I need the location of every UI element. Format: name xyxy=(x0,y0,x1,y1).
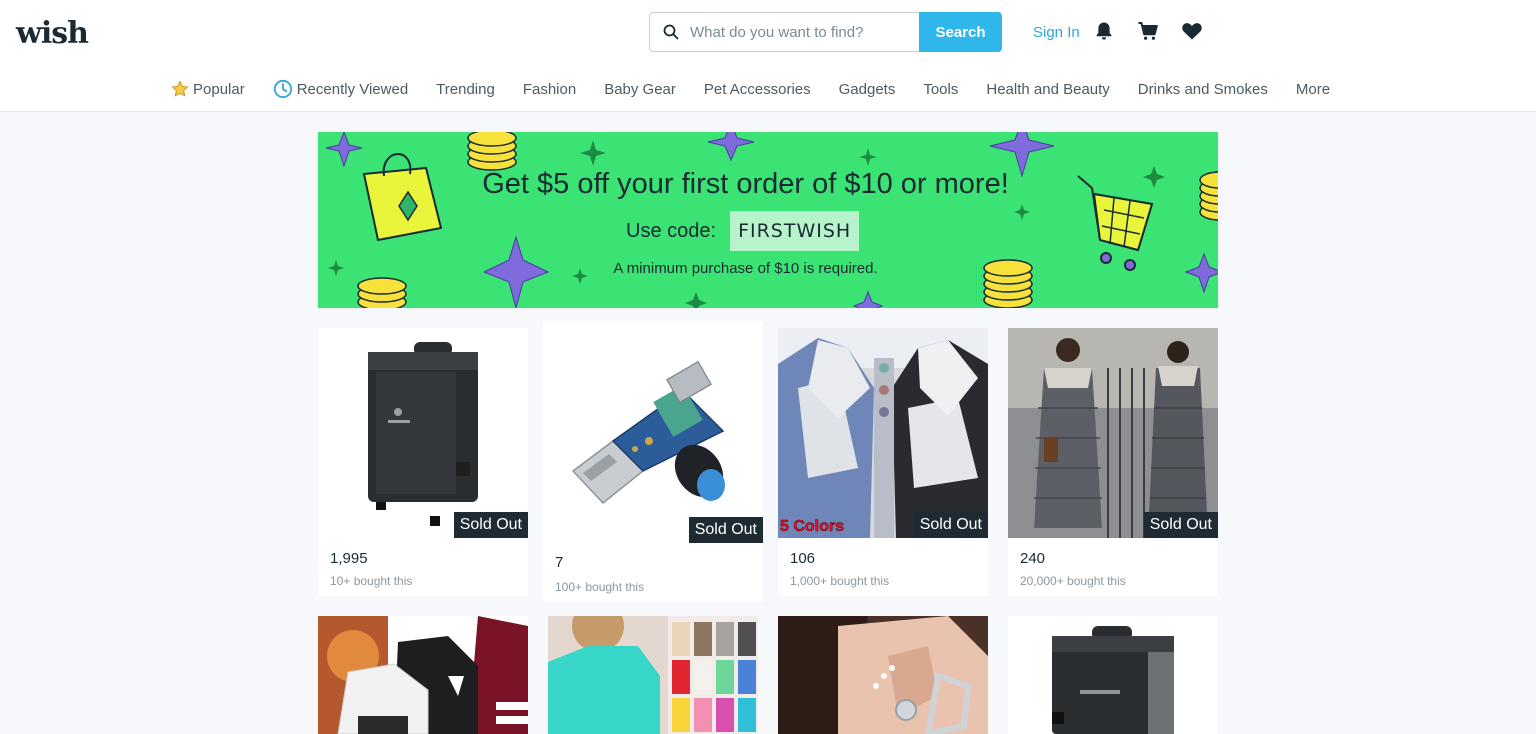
bought-count: 20,000+ bought this xyxy=(1020,574,1126,588)
product-card[interactable]: Sold Out 7 100+ bought this xyxy=(543,321,763,602)
product-image[interactable] xyxy=(778,616,988,734)
search-field-wrapper xyxy=(649,12,919,52)
product-card[interactable] xyxy=(548,616,758,734)
sign-in-link[interactable]: Sign In xyxy=(1033,24,1080,41)
category-nav: Popular Recently Viewed Trending Fashion… xyxy=(171,78,1330,100)
nav-item-health-and-beauty[interactable]: Health and Beauty xyxy=(986,81,1109,98)
product-image[interactable]: Sold Out xyxy=(543,321,763,543)
bought-count: 10+ bought this xyxy=(330,574,413,588)
product-image[interactable]: Sold Out xyxy=(1008,328,1218,538)
product-card[interactable] xyxy=(778,616,988,734)
banner-code-row: Use code: FIRSTWISH xyxy=(626,211,860,251)
search-bar: Search xyxy=(649,12,1002,52)
sold-out-badge: Sold Out xyxy=(1143,512,1218,538)
heart-icon[interactable] xyxy=(1181,20,1203,42)
nav-item-fashion[interactable]: Fashion xyxy=(523,81,576,98)
banner-title: Get $5 off your first order of $10 or mo… xyxy=(482,168,1009,200)
nav-label: Popular xyxy=(193,80,245,98)
cart-icon[interactable] xyxy=(1137,20,1159,42)
bell-icon[interactable] xyxy=(1093,20,1115,42)
product-image[interactable]: 5 Colors Sold Out xyxy=(778,328,988,538)
wish-logo[interactable]: wish xyxy=(16,16,89,51)
product-price: 7 xyxy=(555,554,564,571)
search-input[interactable] xyxy=(690,13,915,51)
promo-code[interactable]: FIRSTWISH xyxy=(730,211,860,251)
colors-tag: 5 Colors xyxy=(780,518,845,536)
product-price: 240 xyxy=(1020,550,1046,567)
sold-out-badge: Sold Out xyxy=(688,517,763,543)
bought-count: 1,000+ bought this xyxy=(790,574,890,588)
product-card[interactable] xyxy=(318,616,528,734)
product-image[interactable] xyxy=(1008,616,1218,734)
nav-item-drinks-and-smokes[interactable]: Drinks and Smokes xyxy=(1138,81,1268,98)
sold-out-badge: Sold Out xyxy=(913,512,988,538)
banner-note: A minimum purchase of $10 is required. xyxy=(613,260,878,277)
product-card[interactable] xyxy=(1008,616,1218,734)
search-icon xyxy=(663,24,679,40)
sold-out-badge: Sold Out xyxy=(453,512,528,538)
promo-banner[interactable]: Get $5 off your first order of $10 or mo… xyxy=(318,132,1218,308)
product-price: 106 xyxy=(790,550,816,567)
product-card[interactable]: 5 Colors Sold Out 106 1,000+ bought this xyxy=(778,328,988,596)
product-price: 1,995 xyxy=(330,550,368,567)
product-card[interactable]: Sold Out 1,995 10+ bought this xyxy=(318,328,528,596)
nav-item-pet-accessories[interactable]: Pet Accessories xyxy=(704,81,811,98)
header: wish Search Sign In Popular xyxy=(0,0,1536,112)
clock-icon xyxy=(273,79,292,99)
nav-label: Recently Viewed xyxy=(296,80,409,98)
nav-item-recently-viewed[interactable]: Recently Viewed xyxy=(273,79,408,99)
nav-item-baby-gear[interactable]: Baby Gear xyxy=(604,81,676,98)
nav-item-tools[interactable]: Tools xyxy=(923,81,958,98)
product-image[interactable] xyxy=(548,616,758,734)
product-image[interactable] xyxy=(318,616,528,734)
nav-item-gadgets[interactable]: Gadgets xyxy=(839,81,896,98)
product-card[interactable]: Sold Out 240 20,000+ bought this xyxy=(1008,328,1218,596)
product-image[interactable]: Sold Out xyxy=(318,328,528,538)
search-button[interactable]: Search xyxy=(919,12,1002,52)
nav-item-popular[interactable]: Popular xyxy=(171,80,245,98)
star-icon xyxy=(171,80,189,97)
nav-item-trending[interactable]: Trending xyxy=(436,81,495,98)
banner-code-label: Use code: xyxy=(626,219,717,242)
bought-count: 100+ bought this xyxy=(555,580,645,594)
nav-item-more[interactable]: More xyxy=(1296,81,1330,98)
